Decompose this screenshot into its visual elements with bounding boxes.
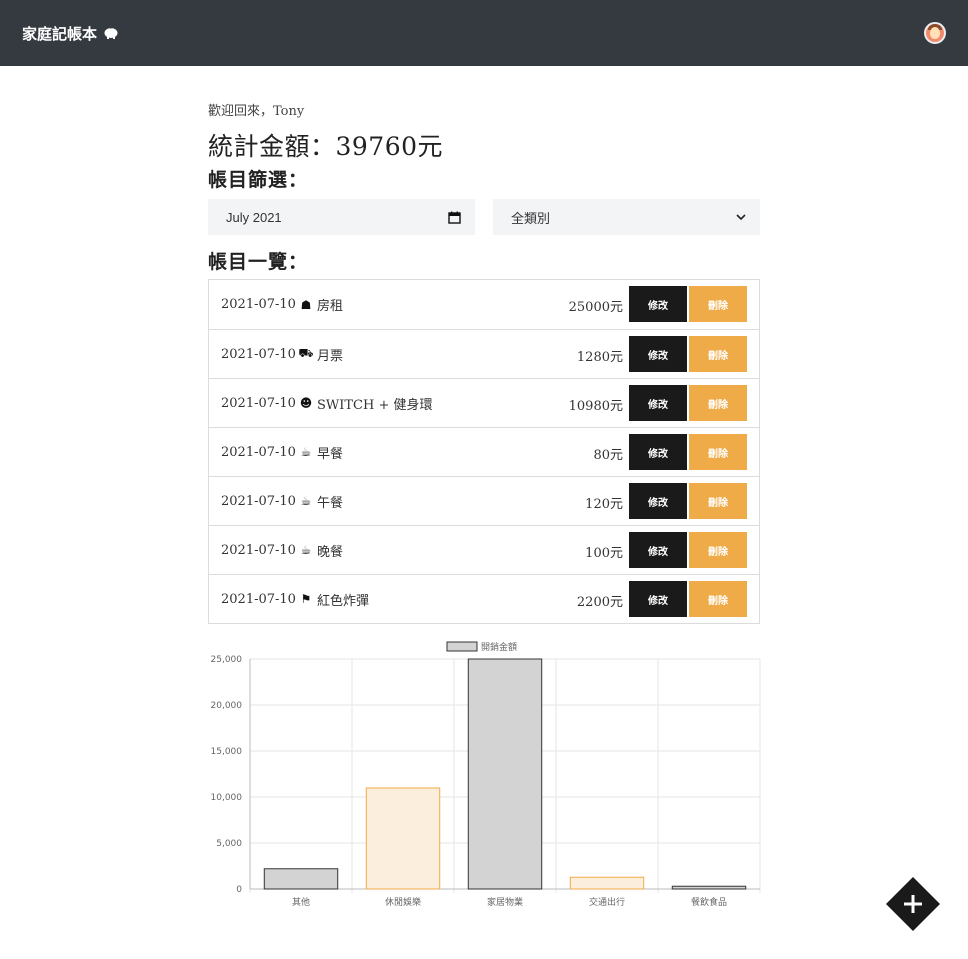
ledger-list: 2021-07-10 ☗ 房租 25000元 修改 刪除 2021-07-10 ⛟ 月票 1280… [208,279,760,624]
entry-date: 2021-07-10 [221,542,296,558]
delete-button[interactable]: 刪除 [689,434,747,470]
list-title: 帳目一覽： [208,251,309,273]
entry-date: 2021-07-10 [221,444,296,460]
navbar: 家庭記帳本 [0,0,968,66]
ledger-row: 2021-07-10 ☕ 早餐 80元 修改 刪除 [209,427,759,476]
legend-label: 開銷金額 [481,641,517,653]
ledger-row: 2021-07-10 ☕ 午餐 120元 修改 刪除 [209,476,759,525]
delete-button[interactable]: 刪除 [689,483,747,519]
entry-amount: 80元 [593,448,623,463]
edit-button[interactable]: 修改 [629,532,687,568]
bar-交通出行 [569,876,645,890]
entry-item: 午餐 [316,495,343,511]
entry-amount: 2200元 [576,595,623,610]
entry-date: 2021-07-10 [221,346,296,362]
month-value: July 2021 [226,209,282,225]
filters: July 2021 全類別 [208,199,760,235]
y-tick-label: 5,000 [216,839,242,849]
entry-item: SWITCH + 健身環 [316,397,433,413]
month-picker[interactable]: July 2021 [208,199,475,235]
ledger-row: 2021-07-10 ⛟ 月票 1280元 修改 刪除 [209,329,759,378]
x-tick-label: 家居物業 [487,896,523,908]
ledger-row: 2021-07-10 ☗ 房租 25000元 修改 刪除 [209,280,759,329]
ledger-row: 2021-07-10 ☕ 晚餐 100元 修改 刪除 [209,525,759,574]
total-amount: 統計金額：39760元 [208,132,444,161]
delete-button[interactable]: 刪除 [689,385,747,421]
entry-amount: 25000元 [568,300,623,315]
chevron-down-icon [736,213,746,220]
edit-button[interactable]: 修改 [629,434,687,470]
bar-家居物業 [467,658,543,890]
delete-button[interactable]: 刪除 [689,336,747,372]
bar-餐飲食品 [671,885,747,890]
entry-date: 2021-07-10 [221,591,296,607]
add-entry-button[interactable] [886,877,940,931]
y-tick-label: 25,000 [211,655,243,665]
flag-icon: ⚑ [300,592,312,606]
legend-swatch [446,641,478,652]
delete-button[interactable]: 刪除 [689,532,747,568]
y-tick-label: 0 [236,885,242,895]
category-select[interactable]: 全類別 [493,199,760,235]
edit-button[interactable]: 修改 [629,286,687,322]
entry-amount: 1280元 [576,350,623,365]
y-tick-label: 15,000 [211,747,243,757]
smile-icon: ☻ [299,396,313,410]
y-tick-label: 20,000 [211,701,243,711]
calendar-icon[interactable] [448,211,461,224]
entry-item: 紅色炸彈 [316,593,369,609]
main-content: 歡迎回來，Tony 統計金額：39760元 帳目篩選： July 2021 全類… [208,100,760,624]
edit-button[interactable]: 修改 [629,385,687,421]
entry-item: 早餐 [316,446,343,462]
home-icon: ☗ [300,297,312,312]
user-avatar[interactable] [924,22,946,44]
y-tick-label: 10,000 [211,793,243,803]
cup-icon: ☕ [300,543,312,557]
bar-其他 [263,868,339,890]
piggy-bank-icon [104,27,118,39]
welcome-text: 歡迎回來，Tony [208,104,305,119]
x-tick-label: 其他 [292,896,310,908]
x-tick-label: 休閒娛樂 [385,896,421,908]
edit-button[interactable]: 修改 [629,581,687,617]
entry-item: 月票 [316,348,343,364]
x-tick-label: 交通出行 [589,896,625,908]
cup-icon: ☕ [300,445,312,459]
entry-date: 2021-07-10 [221,493,296,509]
ledger-row: 2021-07-10 ⚑ 紅色炸彈 2200元 修改 刪除 [209,574,759,623]
entry-amount: 10980元 [568,399,623,414]
expense-bar-chart: 0 5,000 10,000 15,000 20,000 25,000 其他 休閒娛樂 家居物業… [211,641,761,908]
entry-item: 房租 [316,299,343,314]
delete-button[interactable]: 刪除 [689,286,747,322]
cup-icon: ☕ [300,494,312,508]
filter-title: 帳目篩選： [208,169,309,191]
expense-chart: 0 5,000 10,000 15,000 20,000 25,000 其他 休閒娛樂 家居物業… [200,630,768,920]
brand[interactable]: 家庭記帳本 [22,23,119,44]
edit-button[interactable]: 修改 [629,336,687,372]
edit-button[interactable]: 修改 [629,483,687,519]
entry-item: 晚餐 [316,544,343,560]
truck-icon: ⛟ [298,346,314,360]
entry-date: 2021-07-10 [221,395,296,411]
entry-date: 2021-07-10 [221,297,296,312]
ledger-row: 2021-07-10 ☻ SWITCH + 健身環 10980元 修改 刪除 [209,378,759,427]
x-tick-label: 餐飲食品 [691,896,727,908]
brand-title: 家庭記帳本 [22,24,98,43]
bar-休閒娛樂 [365,787,441,890]
category-value: 全類別 [511,210,551,226]
entry-amount: 120元 [585,497,623,512]
entry-amount: 100元 [585,546,623,561]
delete-button[interactable]: 刪除 [689,581,747,617]
